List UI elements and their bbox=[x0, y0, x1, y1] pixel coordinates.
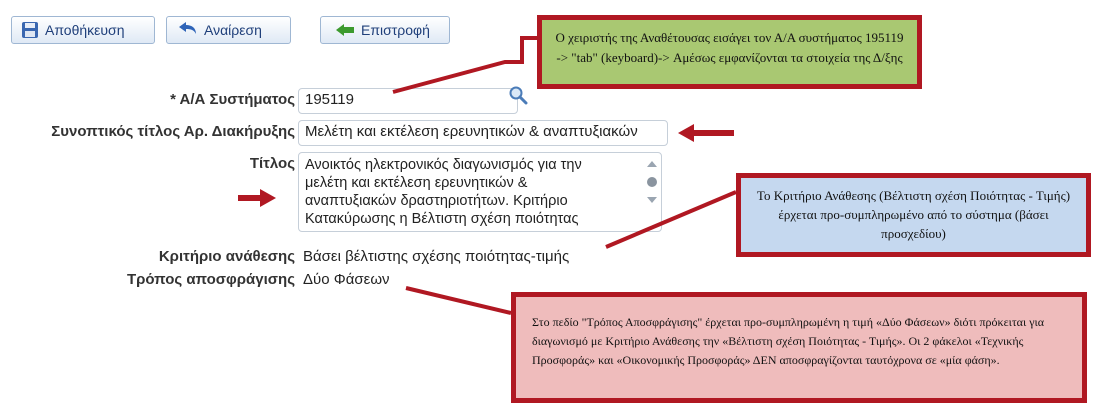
save-icon bbox=[21, 21, 39, 39]
annotation-blue: Το Κριτήριο Ανάθεσης (Βέλτιστη σχέση Ποι… bbox=[736, 173, 1091, 257]
system-id-label: * Α/Α Συστήματος bbox=[170, 91, 295, 108]
scroll-up-icon[interactable] bbox=[647, 161, 657, 167]
unsealing-value: Δύο Φάσεων bbox=[303, 271, 390, 288]
scroll-down-icon[interactable] bbox=[647, 197, 657, 203]
criterion-label: Κριτήριο ανάθεσης bbox=[158, 248, 295, 265]
short-title-input[interactable]: Μελέτη και εκτέλεση ερευνητικών & αναπτυ… bbox=[298, 120, 668, 146]
save-button[interactable]: Αποθήκευση bbox=[11, 16, 155, 44]
arrow-title bbox=[238, 189, 276, 207]
search-icon[interactable] bbox=[508, 85, 528, 110]
unsealing-label: Τρόπος αποσφράγισης bbox=[126, 271, 295, 288]
title-scrollbar[interactable] bbox=[645, 157, 659, 227]
system-id-input[interactable]: 195119 bbox=[298, 88, 518, 114]
annotation-red: Στο πεδίο "Τρόπος Αποσφράγισης" έρχεται … bbox=[511, 292, 1087, 403]
undo-button[interactable]: Αναίρεση bbox=[166, 16, 291, 44]
arrow-short-title bbox=[678, 124, 734, 142]
save-button-label: Αποθήκευση bbox=[45, 22, 125, 38]
leader-line-green bbox=[392, 36, 537, 94]
undo-icon bbox=[176, 21, 198, 39]
back-button[interactable]: Επιστροφή bbox=[320, 16, 450, 44]
back-arrow-icon bbox=[335, 23, 355, 37]
title-label: Τίτλος bbox=[249, 155, 295, 172]
leader-line-red bbox=[405, 286, 512, 315]
title-textarea[interactable]: Ανοικτός ηλεκτρονικός διαγωνισμός για τη… bbox=[298, 152, 662, 232]
annotation-green: Ο χειριστής της Αναθέτουσας εισάγει τον … bbox=[537, 15, 922, 89]
criterion-value: Βάσει βέλτιστης σχέσης ποιότητας-τιμής bbox=[303, 248, 570, 265]
undo-button-label: Αναίρεση bbox=[204, 22, 262, 38]
title-text: Ανοικτός ηλεκτρονικός διαγωνισμός για τη… bbox=[305, 157, 582, 227]
back-button-label: Επιστροφή bbox=[361, 22, 430, 38]
short-title-label: Συνοπτικός τίτλος Αρ. Διακήρυξης bbox=[51, 123, 295, 140]
